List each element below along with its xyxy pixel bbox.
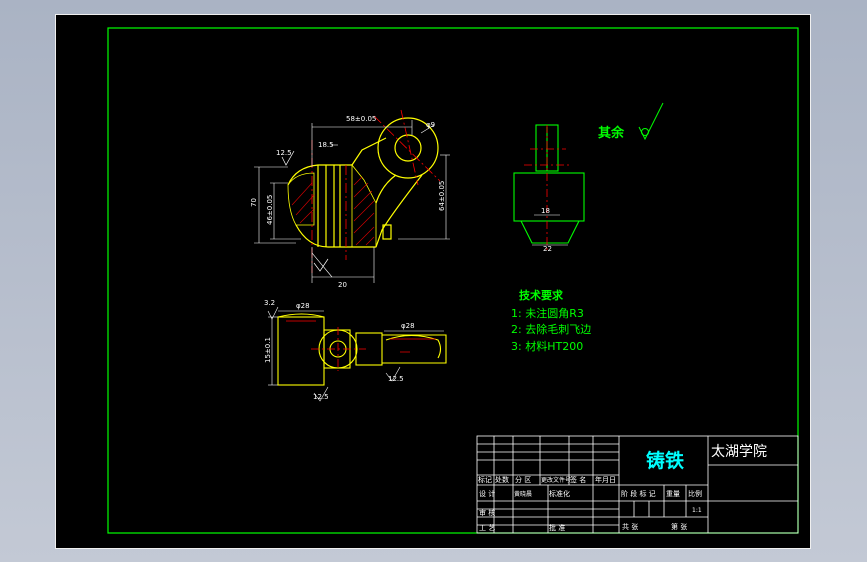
- tech-title: 技术要求: [519, 288, 564, 302]
- tb-head-zone: 分 区: [515, 475, 531, 484]
- dim-hole-dia: φ9: [426, 121, 435, 129]
- tb-head-file: 更改文件号: [541, 476, 571, 484]
- plan-roughness: 3.2: [264, 299, 275, 307]
- dim-top-width: 58±0.05: [346, 115, 376, 123]
- plan-rough-right: 12.5: [388, 375, 404, 383]
- tech-item-2: 2: 去除毛刺飞边: [511, 322, 591, 336]
- dim-left-inner: 46±0.05: [266, 195, 274, 225]
- tb-head-date: 年月日: [595, 475, 616, 484]
- tb-mark-std: 标准化: [549, 489, 570, 498]
- tb-head-sign: 签 名: [570, 475, 586, 484]
- title-block: 铸铁 太湖学院 标记 处数 分 区 更改文件号 签 名 年月日 设 计 黄晓晨 …: [476, 435, 799, 534]
- dim-bottom-width: 20: [338, 281, 347, 289]
- roughness-top: 12.5: [276, 149, 292, 157]
- tb-mark-approve: 批 准: [549, 523, 565, 532]
- plan-rough-bottom: 12.5: [313, 393, 329, 401]
- tb-role-review: 审 核: [479, 508, 495, 517]
- tb-stage-mark: 阶 段 标 记: [621, 489, 656, 498]
- dim-right-height: 64±0.05: [438, 181, 446, 211]
- roughness-symbol-icon: [638, 102, 664, 141]
- dim-top-small: 18.5: [318, 141, 334, 149]
- tech-requirements: 技术要求 1: 未注圆角R3 2: 去除毛刺飞边 3: 材料HT200: [511, 288, 591, 353]
- dim-plan-right-dia: φ28: [401, 322, 415, 330]
- tb-name-design: 黄晓晨: [514, 490, 532, 498]
- dim-side-width: 18: [541, 207, 550, 215]
- tb-role-design: 设 计: [479, 489, 495, 498]
- tb-weight: 重量: [666, 490, 680, 498]
- plan-view: φ28 φ28 15±0.1 3.2 12.5 12.5: [264, 299, 447, 402]
- drawing-sheet: 12.5 58±0.05 18.5 70 46±0.05 64±0.05 φ9 …: [55, 14, 811, 549]
- tb-scale-label: 比例: [688, 489, 702, 498]
- front-view: 12.5 58±0.05 18.5 70 46±0.05 64±0.05 φ9 …: [250, 109, 450, 289]
- tech-item-1: 1: 未注圆角R3: [511, 306, 584, 320]
- school-name: 太湖学院: [711, 444, 767, 460]
- dim-left-outer: 70: [250, 198, 258, 207]
- tb-sheet-total: 共 张: [622, 522, 638, 531]
- tb-scale-value: 1:1: [692, 507, 702, 514]
- surface-note-label: 其余: [598, 125, 625, 141]
- tb-sheet-no: 第 张: [671, 522, 687, 531]
- drawing-canvas: 12.5 58±0.05 18.5 70 46±0.05 64±0.05 φ9 …: [107, 27, 799, 534]
- dim-plan-height: 15±0.1: [264, 337, 272, 363]
- dim-side-bottom: 22: [543, 245, 552, 253]
- tb-role-process: 工 艺: [479, 524, 495, 532]
- tb-head-count: 处数: [495, 475, 509, 484]
- tech-item-3: 3: 材料HT200: [511, 339, 583, 353]
- inner-frame: [107, 27, 799, 534]
- part-name: 铸铁: [646, 449, 684, 472]
- tb-head-mark: 标记: [478, 475, 492, 484]
- dim-plan-left-dia: φ28: [296, 302, 310, 310]
- side-view: 18 22 其余: [513, 102, 664, 253]
